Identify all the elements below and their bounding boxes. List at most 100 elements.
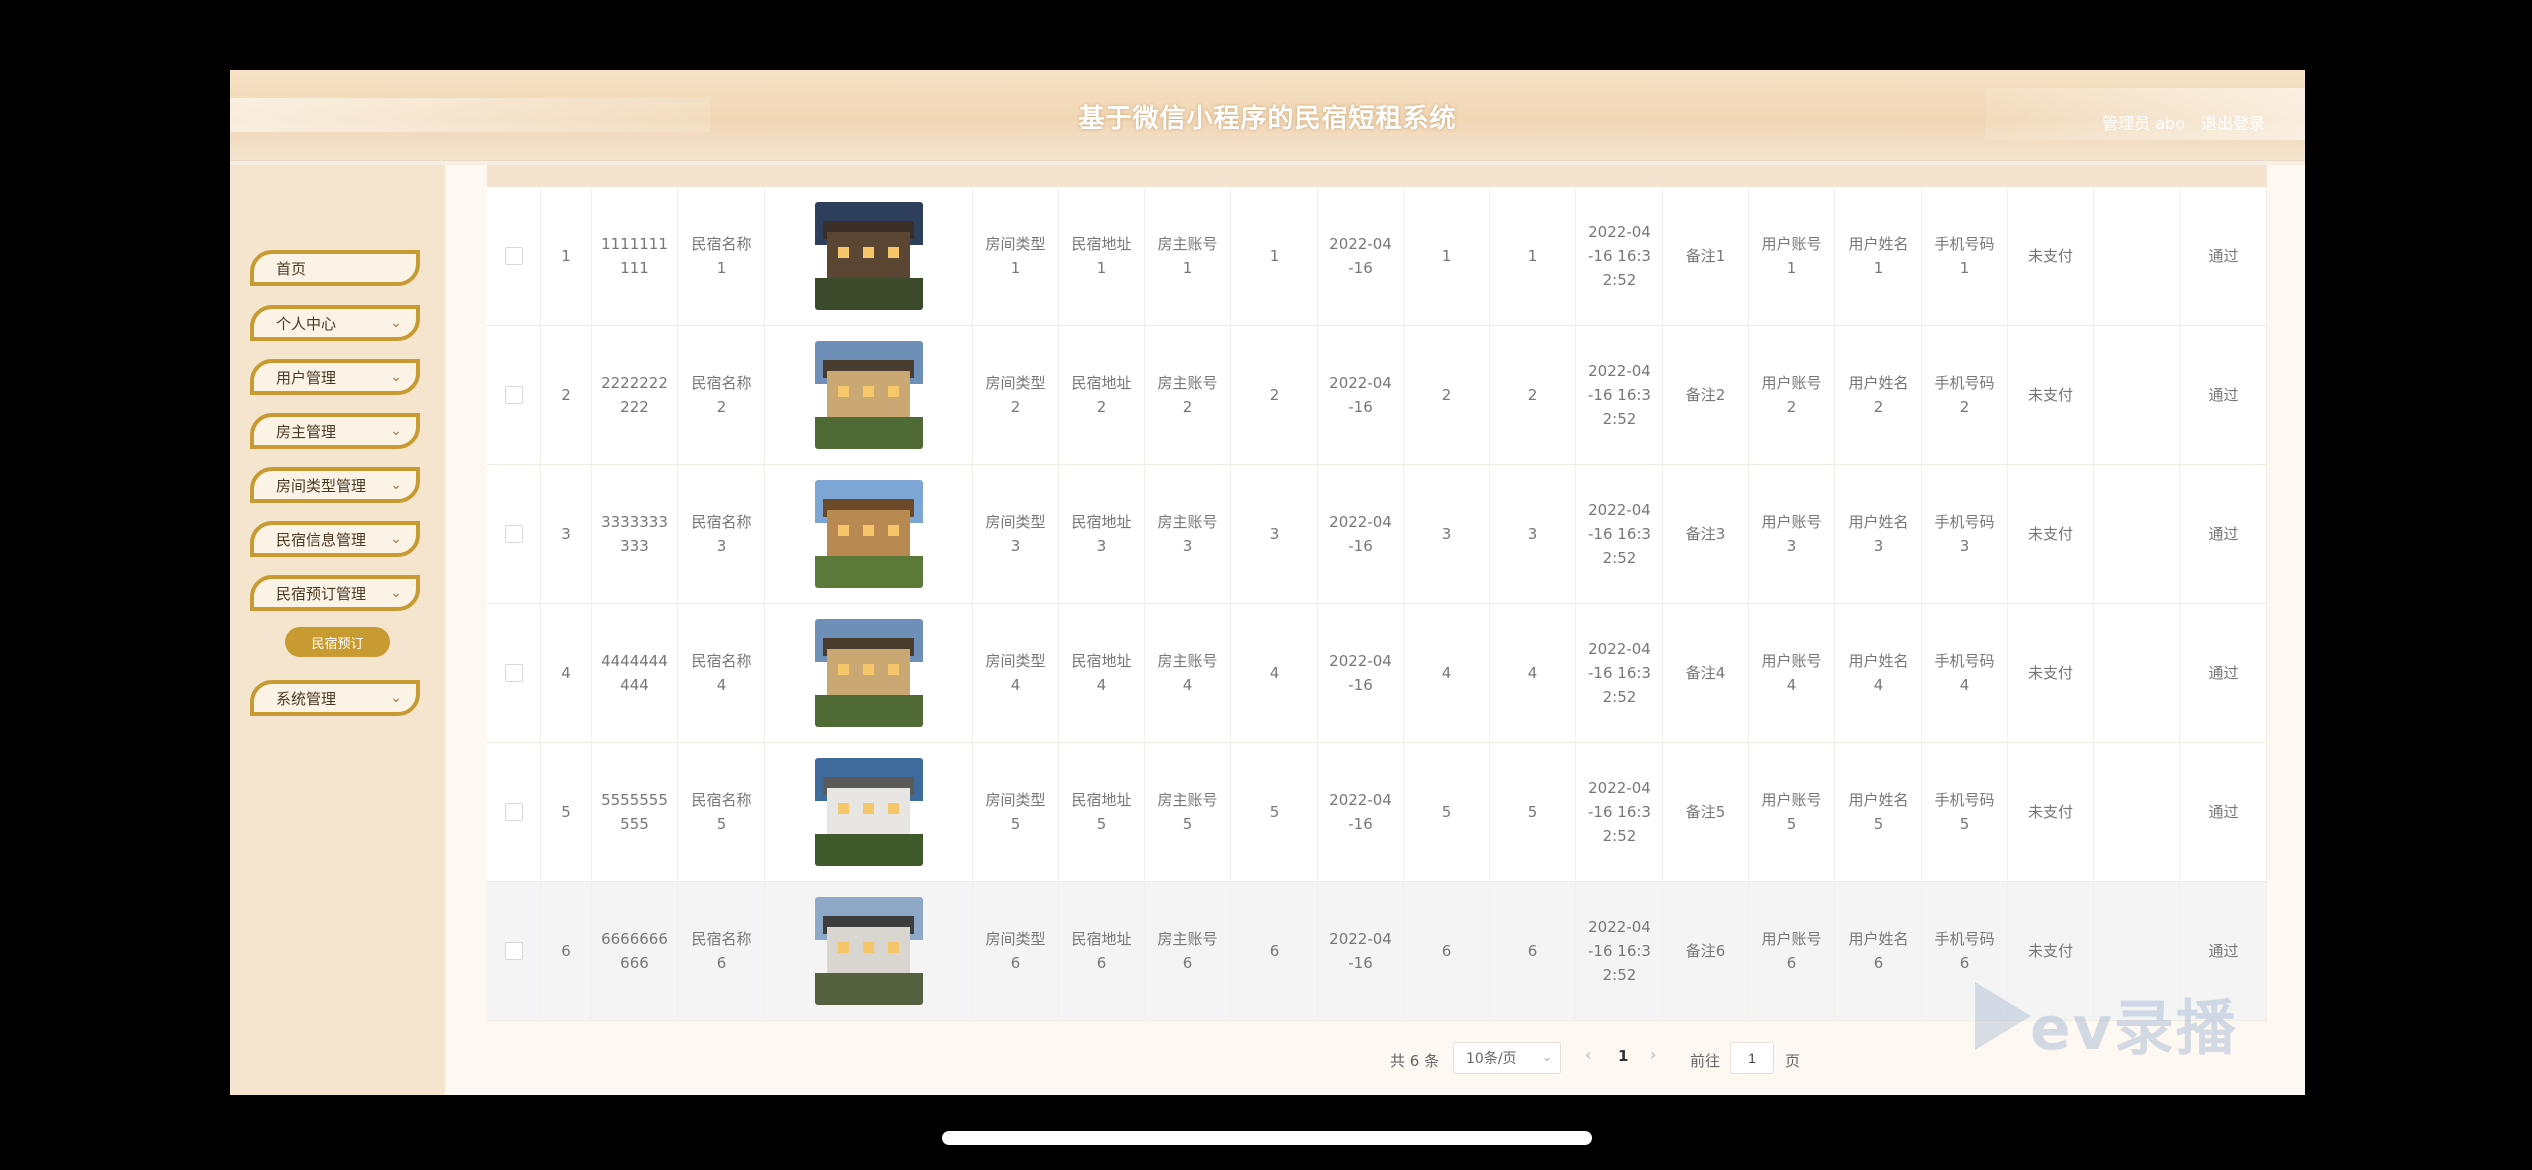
cell-address: 民宿地址 3 [1059,465,1145,603]
cell-index: 3 [541,465,592,603]
table-row[interactable]: 4 4444444 444 民宿名称 4 房间类型 4 民宿地址 4 房主账号 4 4 202… [487,604,2267,743]
next-page-button[interactable]: › [1650,1045,1656,1064]
cell-price: 1 [1490,187,1576,325]
sidebar: 首页 个人中心 ⌄ 用户管理 ⌄ 房主管理 ⌄ 房间类型管理 ⌄ 民宿信息管理 … [230,165,445,1095]
cell-quantity: 6 [1232,882,1318,1020]
cell-user-name: 用户姓名 2 [1836,326,1922,464]
cell-room-type: 房间类型 3 [973,465,1059,603]
prev-page-button[interactable]: ‹ [1585,1045,1591,1064]
chevron-down-icon: ⌄ [390,690,402,706]
header-bar: 基于微信小程序的民宿短租系统 管理员 abo 退出登录 [230,70,2305,161]
cell-homestay-name: 民宿名称 5 [679,743,765,881]
cell-photo [765,743,973,881]
chevron-down-icon: ⌄ [390,315,402,331]
cell-index: 1 [541,187,592,325]
sidebar-item-users[interactable]: 用户管理 ⌄ [250,359,420,395]
cell-owner-account: 房主账号 5 [1145,743,1231,881]
cell-review-status: 通过 [2181,604,2267,742]
row-select-checkbox[interactable] [504,803,523,821]
cell-quantity: 3 [1232,465,1318,603]
sidebar-item-label: 系统管理 [276,689,337,708]
current-user-label: 管理员 abo [2102,114,2185,133]
cell-user-name: 用户姓名 1 [1836,187,1922,325]
cell-index: 5 [541,743,592,881]
cell-review-reply [2094,465,2180,603]
cell-days: 4 [1404,604,1490,742]
homestay-photo[interactable] [814,341,923,449]
sidebar-item-room-types[interactable]: 房间类型管理 ⌄ [250,467,420,503]
table-row[interactable]: 5 5555555 555 民宿名称 5 房间类型 5 民宿地址 5 房主账号 5 5 202… [487,743,2267,882]
cell-photo [765,187,973,325]
cell-remark: 备注1 [1663,187,1749,325]
chevron-down-icon: ⌄ [390,585,402,601]
cell-remark: 备注6 [1663,882,1749,1020]
sidebar-item-label: 民宿预订管理 [276,584,367,603]
cell-index: 4 [541,604,592,742]
cell-quantity: 4 [1232,604,1318,742]
row-select-checkbox[interactable] [504,942,523,960]
table-row[interactable]: 2 2222222 222 民宿名称 2 房间类型 2 民宿地址 2 房主账号 2 2 202… [487,326,2267,465]
cell-checkin-date: 2022-04 -16 [1318,187,1404,325]
page-size-select[interactable]: 10条/页 ⌄ [1453,1042,1561,1074]
row-select-checkbox[interactable] [504,386,523,404]
sidebar-item-home[interactable]: 首页 [250,250,420,286]
page-title: 基于微信小程序的民宿短租系统 [1078,104,1457,134]
cell-user-account: 用户账号 3 [1749,465,1835,603]
goto-page-input[interactable] [1730,1042,1774,1074]
cell-user-account: 用户账号 4 [1749,604,1835,742]
cell-days: 5 [1404,743,1490,881]
cell-quantity: 5 [1232,743,1318,881]
cell-checkin-date: 2022-04 -16 [1318,465,1404,603]
sidebar-item-profile[interactable]: 个人中心 ⌄ [250,305,420,341]
cell-review-status: 通过 [2181,465,2267,603]
row-checkbox [487,743,541,881]
cell-room-type: 房间类型 5 [973,743,1059,881]
page-size-value: 10条/页 [1466,1051,1517,1067]
cell-quantity: 2 [1232,326,1318,464]
recorder-watermark: ev录播 [2030,994,2238,1064]
homestay-photo[interactable] [814,897,923,1005]
cell-price: 3 [1490,465,1576,603]
cell-price: 2 [1490,326,1576,464]
row-select-checkbox[interactable] [504,247,523,265]
cell-review-reply [2094,326,2180,464]
cell-phone: 手机号码 2 [1922,326,2008,464]
cell-phone: 手机号码 5 [1922,743,2008,881]
cell-days: 6 [1404,882,1490,1020]
sidebar-item-homestay-info[interactable]: 民宿信息管理 ⌄ [250,521,420,557]
cell-remark: 备注2 [1663,326,1749,464]
current-page-number[interactable]: 1 [1618,1047,1628,1065]
sidebar-subitem-booking[interactable]: 民宿预订 [285,627,390,657]
cell-payment-status: 未支付 [2008,743,2094,881]
row-select-checkbox[interactable] [504,525,523,543]
cell-photo [765,326,973,464]
cell-user-name: 用户姓名 4 [1836,604,1922,742]
watermark-play-icon [1975,982,2031,1050]
cell-order-number: 1111111 111 [592,187,678,325]
row-checkbox [487,604,541,742]
home-indicator[interactable] [942,1131,1592,1145]
homestay-photo[interactable] [814,758,923,866]
cell-user-account: 用户账号 6 [1749,882,1835,1020]
row-select-checkbox[interactable] [504,664,523,682]
table-row[interactable]: 1 1111111 111 民宿名称 1 房间类型 1 民宿地址 1 房主账号 1 1 202… [487,187,2267,326]
table-row[interactable]: 3 3333333 333 民宿名称 3 房间类型 3 民宿地址 3 房主账号 3 3 202… [487,465,2267,604]
sidebar-item-system[interactable]: 系统管理 ⌄ [250,680,420,716]
homestay-photo[interactable] [814,202,923,310]
sidebar-item-label: 房间类型管理 [276,476,367,495]
chevron-down-icon: ⌄ [390,423,402,439]
cell-review-reply [2094,187,2180,325]
table-header-strip [487,165,2267,187]
cell-homestay-name: 民宿名称 1 [679,187,765,325]
cell-phone: 手机号码 4 [1922,604,2008,742]
row-checkbox [487,326,541,464]
cell-days: 3 [1404,465,1490,603]
sidebar-item-owners[interactable]: 房主管理 ⌄ [250,413,420,449]
sidebar-item-label: 用户管理 [276,368,337,387]
homestay-photo[interactable] [814,619,923,727]
cell-payment-status: 未支付 [2008,465,2094,603]
cell-payment-status: 未支付 [2008,604,2094,742]
sidebar-item-bookings[interactable]: 民宿预订管理 ⌄ [250,575,420,611]
logout-button[interactable]: 退出登录 [2201,110,2265,134]
homestay-photo[interactable] [814,480,923,588]
